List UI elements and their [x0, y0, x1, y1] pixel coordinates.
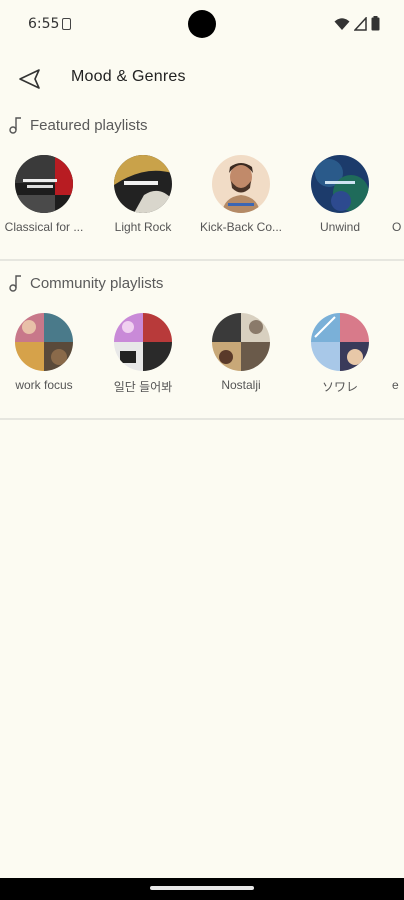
playlist-label: Kick-Back Co...	[199, 220, 283, 234]
playlist-thumbnail	[311, 313, 369, 371]
section-divider	[0, 259, 404, 261]
playlist-item[interactable]: Unwind	[294, 155, 386, 234]
playlist-label: work focus	[15, 378, 73, 392]
playlist-label: e	[392, 378, 399, 392]
app-bar: Mood & Genres	[0, 52, 404, 104]
playlist-label: Light Rock	[114, 220, 172, 234]
navigation-bar	[0, 878, 404, 900]
playlist-item[interactable]: 일단 들어봐	[97, 313, 189, 395]
playlist-item[interactable]: Nostalji	[195, 313, 287, 392]
playlist-item[interactable]: Classical for ...	[0, 155, 90, 234]
wifi-icon	[334, 17, 350, 30]
playlist-thumbnail	[15, 155, 73, 213]
playlist-label: ソワレ	[321, 380, 358, 394]
featured-playlists-row[interactable]: Classical for ... Light Rock Kick-Back C…	[0, 155, 404, 255]
featured-playlists-header: Featured playlists	[8, 115, 148, 135]
back-button[interactable]	[12, 62, 46, 96]
playlist-label: Classical for ...	[4, 220, 84, 234]
signal-icon	[354, 16, 367, 31]
home-gesture-handle[interactable]	[150, 886, 254, 890]
battery-icon	[371, 16, 380, 31]
playlist-label: Unwind	[319, 220, 361, 234]
status-bar: 6:55	[0, 0, 404, 50]
playlist-label: 일단 들어봐	[113, 380, 173, 394]
playlist-thumbnail	[212, 155, 270, 213]
featured-playlists-title: Featured playlists	[30, 116, 148, 134]
community-playlists-row[interactable]: work focus 일단 들어봐 Nostalji ソワレ e	[0, 313, 404, 413]
playlist-label: Nostalji	[221, 378, 261, 392]
playlist-item[interactable]: Light Rock	[97, 155, 189, 234]
playlist-thumbnail	[114, 155, 172, 213]
playlist-thumbnail	[15, 313, 73, 371]
music-note-icon	[9, 275, 21, 292]
music-note-icon	[9, 117, 21, 134]
status-icons	[334, 16, 380, 31]
playlist-item[interactable]: Kick-Back Co...	[195, 155, 287, 234]
playlist-thumbnail	[311, 155, 369, 213]
page-title: Mood & Genres	[71, 68, 186, 85]
playlist-item[interactable]: work focus	[0, 313, 90, 392]
community-playlists-title: Community playlists	[30, 274, 164, 292]
community-playlists-header: Community playlists	[8, 273, 163, 293]
section-divider	[0, 418, 404, 420]
playlist-item[interactable]: e	[391, 313, 404, 392]
playlist-label: O	[392, 220, 402, 234]
playlist-item[interactable]: O	[391, 155, 404, 234]
playlist-thumbnail	[212, 313, 270, 371]
screen: 6:55 Mood & Genres Featured playlists Cl…	[0, 0, 404, 900]
notification-icon	[62, 18, 71, 30]
status-time: 6:55	[28, 16, 60, 32]
playlist-thumbnail	[114, 313, 172, 371]
camera-cutout	[188, 10, 216, 38]
back-arrow-icon	[19, 69, 40, 89]
playlist-item[interactable]: ソワレ	[294, 313, 386, 395]
